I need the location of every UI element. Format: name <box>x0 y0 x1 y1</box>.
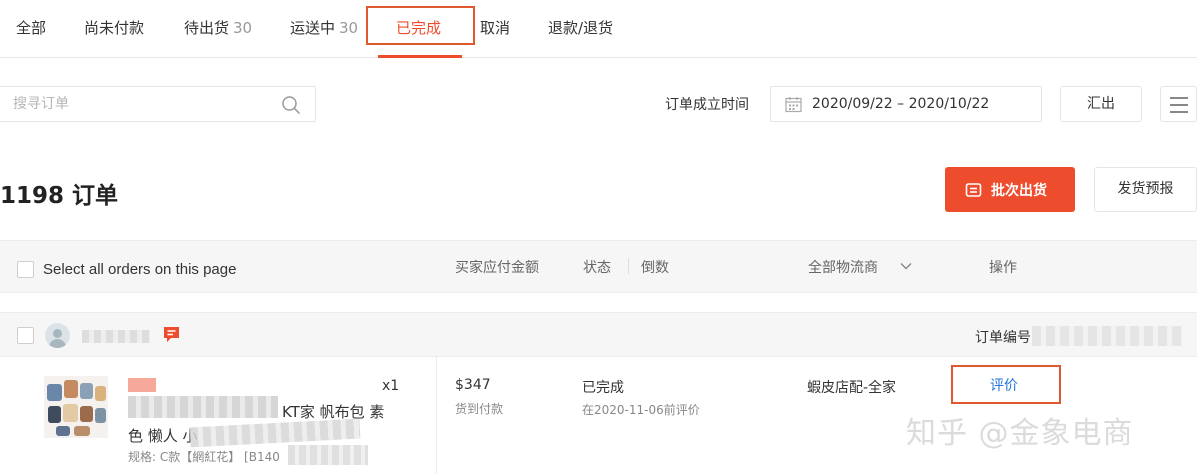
column-countdown: 倒数 <box>641 260 669 276</box>
column-settings-button[interactable] <box>1160 86 1197 122</box>
date-range-value: 2020/09/22 – 2020/10/22 <box>812 96 990 112</box>
product-spec: 规格: C款【網紅花】 [B140 <box>128 450 280 464</box>
product-tag-redacted <box>128 378 156 392</box>
order-checkbox[interactable] <box>17 327 34 344</box>
select-all-label: Select all orders on this page <box>43 261 237 278</box>
batch-ship-label: 批次出货 <box>991 183 1047 199</box>
chevron-down-icon[interactable] <box>899 259 913 273</box>
status-note: 在2020-11-06前评价 <box>582 403 700 417</box>
product-thumbnail[interactable] <box>44 376 108 438</box>
tab-shipping-count: 30 <box>339 19 359 37</box>
watermark: 知乎 @金象电商 <box>906 416 1134 451</box>
order-count-title: 1198 订单 <box>0 183 119 209</box>
carrier-name: 蝦皮店配-全家 <box>807 380 897 396</box>
logistics-filter-dropdown[interactable]: 全部物流商 <box>808 257 878 277</box>
redacted-product-spec <box>288 445 368 465</box>
select-all-checkbox[interactable] <box>17 261 34 278</box>
export-button[interactable]: 汇出 <box>1060 86 1142 122</box>
order-price: $347 <box>455 377 491 393</box>
menu-icon-line <box>1170 111 1188 113</box>
tab-annotation-box <box>366 6 475 45</box>
redacted-buyer-name <box>82 330 150 343</box>
tab-cancelled[interactable]: 取消 <box>480 17 510 38</box>
date-filter-label: 订单成立时间 <box>665 97 749 113</box>
column-divider <box>436 357 437 474</box>
date-range-picker[interactable]: 2020/09/22 – 2020/10/22 <box>770 86 1042 122</box>
order-table-header: Select all orders on this page 买家应付金额 状态… <box>0 240 1197 293</box>
batch-ship-button[interactable]: 批次出货 <box>945 167 1075 212</box>
tab-shipping[interactable]: 运送中 30 <box>290 17 358 38</box>
menu-icon <box>1170 97 1188 99</box>
tab-to-ship-count: 30 <box>233 19 253 37</box>
tab-all[interactable]: 全部 <box>16 17 46 38</box>
calendar-icon <box>785 97 802 113</box>
payment-method: 货到付款 <box>455 402 504 416</box>
order-status: 已完成 <box>582 380 624 396</box>
search-input[interactable] <box>13 87 273 121</box>
column-actions: 操作 <box>989 260 1017 276</box>
rate-order-link[interactable]: 评价 <box>990 375 1018 395</box>
tab-to-ship[interactable]: 待出货 30 <box>184 17 252 38</box>
product-title-line-2[interactable]: 色 懒人 小 <box>128 425 198 446</box>
order-number-label: 订单编号 <box>975 330 1031 346</box>
order-search-box <box>0 86 316 122</box>
search-icon[interactable] <box>281 95 301 115</box>
avatar <box>45 323 70 348</box>
redacted-product-title-2 <box>189 418 361 448</box>
product-title-line-1[interactable]: KT家 帆布包 素 <box>282 401 384 422</box>
menu-icon-line <box>1170 104 1188 106</box>
product-quantity: x1 <box>382 378 400 394</box>
active-tab-underline <box>378 55 462 58</box>
tab-refund-return[interactable]: 退款/退货 <box>548 17 613 38</box>
tab-unpaid[interactable]: 尚未付款 <box>84 17 144 38</box>
print-icon <box>965 183 982 197</box>
chat-icon[interactable] <box>162 325 181 344</box>
order-status-tabs: 全部 尚未付款 待出货 30 运送中 30 已完成 取消 退款/退货 <box>0 0 1197 58</box>
column-amount: 买家应付金额 <box>455 260 539 276</box>
redacted-product-title <box>128 396 278 418</box>
ship-forecast-button[interactable]: 发货预报 <box>1094 167 1197 212</box>
redacted-order-number <box>1032 326 1182 346</box>
column-status: 状态 <box>583 260 611 276</box>
order-buyer-row: 订单编号 <box>0 312 1197 357</box>
column-separator <box>628 258 629 274</box>
